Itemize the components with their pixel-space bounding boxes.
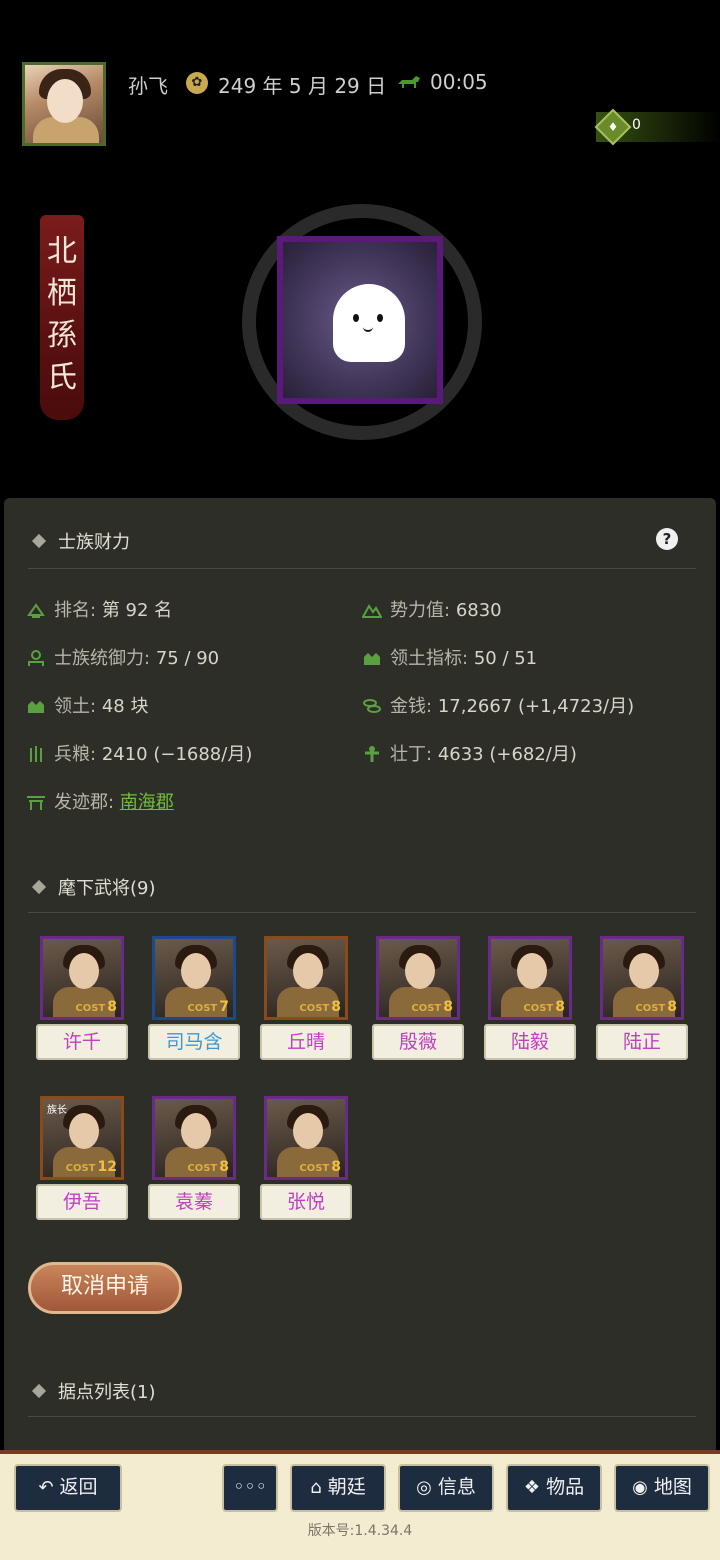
stat-manpower: 壮丁: 4633 (+682/月) [362, 740, 577, 766]
general-name: 丘晴 [260, 1024, 352, 1060]
general-card[interactable]: COST 8 丘晴 [260, 936, 352, 1060]
general-name: 袁蓁 [148, 1184, 240, 1220]
general-portrait[interactable]: COST 8 [488, 936, 572, 1020]
chat-icon: ◎ [416, 1477, 432, 1498]
court-icon: ⌂ [310, 1477, 322, 1498]
origin-commandery-link[interactable]: 南海郡 [120, 792, 174, 813]
general-cost: COST 7 [187, 999, 229, 1015]
general-cost: COST 8 [411, 999, 453, 1015]
mountain-icon [362, 604, 382, 618]
general-card[interactable]: COST 8 张悦 [260, 1096, 352, 1220]
ghost-icon [333, 284, 405, 362]
general-cost: COST 8 [75, 999, 117, 1015]
more-button[interactable]: ◦◦◦ [222, 1464, 278, 1512]
rank-icon [27, 603, 45, 618]
general-card[interactable]: 族长 COST 12 伊吾 [36, 1096, 128, 1220]
clan-char: 孫 [47, 318, 77, 353]
items-button[interactable]: ❖ 物品 [506, 1464, 602, 1512]
territory-icon [364, 653, 380, 665]
general-card[interactable]: COST 8 袁蓁 [148, 1096, 240, 1220]
general-card[interactable]: COST 8 陆正 [596, 936, 688, 1060]
general-portrait[interactable]: 族长 COST 12 [40, 1096, 124, 1180]
items-icon: ❖ [523, 1477, 541, 1498]
general-card[interactable]: COST 7 司马含 [148, 936, 240, 1060]
general-cost: COST 8 [523, 999, 565, 1015]
general-name: 许千 [36, 1024, 128, 1060]
top-header: 孙飞 ✿ 249 年 5 月 29 日 00:05 ♦ 0 北 栖 孫 氏 [0, 0, 720, 500]
general-name: 陆正 [596, 1024, 688, 1060]
clan-char: 氏 [47, 360, 77, 395]
bottom-nav-bar: ↶ 返回 ◦◦◦ ⌂ 朝廷 ◎ 信息 ❖ 物品 ◉ 地图 版本号:1.4.34.4 [0, 1450, 720, 1560]
clan-char: 北 [47, 234, 77, 269]
diamond-bullet-icon [31, 533, 47, 549]
coins-icon [363, 699, 381, 713]
leader-icon [28, 650, 44, 666]
general-portrait[interactable]: COST 7 [152, 936, 236, 1020]
map-button[interactable]: ◉ 地图 [614, 1464, 710, 1512]
land-icon [28, 701, 44, 713]
horse-icon [398, 76, 420, 88]
diamond-bullet-icon [31, 879, 47, 895]
stat-land: 领土: 48 块 [26, 692, 148, 718]
general-card[interactable]: COST 8 殷薇 [372, 936, 464, 1060]
stat-power: 势力值: 6830 [362, 596, 502, 622]
clan-chief-badge: 族长 [47, 1105, 67, 1116]
general-name: 殷薇 [372, 1024, 464, 1060]
resource-bag[interactable]: ♦ 0 [594, 108, 720, 146]
section-title-generals: 麾下武将(9) [31, 874, 156, 900]
general-card[interactable]: COST 8 陆毅 [484, 936, 576, 1060]
stat-territory-index: 领土指标: 50 / 51 [362, 644, 537, 670]
cancel-application-button[interactable]: 取消申请 [28, 1262, 182, 1314]
stat-grain: 兵粮: 2410 (−1688/月) [26, 740, 252, 766]
manpower-icon [365, 746, 379, 762]
section-title-wealth: 士族财力 [31, 528, 130, 554]
clan-name-banner: 北 栖 孫 氏 [40, 215, 84, 420]
game-date: 249 年 5 月 29 日 [218, 74, 387, 98]
general-portrait[interactable]: COST 8 [600, 936, 684, 1020]
divider [28, 912, 696, 913]
general-cost: COST 8 [187, 1159, 229, 1175]
clan-emblem[interactable] [277, 236, 443, 404]
stat-leadership: 士族统御力: 75 / 90 [26, 644, 219, 670]
court-button[interactable]: ⌂ 朝廷 [290, 1464, 386, 1512]
general-cost: COST 12 [65, 1159, 117, 1175]
info-button[interactable]: ◎ 信息 [398, 1464, 494, 1512]
version-label: 版本号:1.4.34.4 [307, 1523, 413, 1539]
general-name: 伊吾 [36, 1184, 128, 1220]
general-name: 陆毅 [484, 1024, 576, 1060]
stat-rank: 排名: 第 92 名 [26, 596, 172, 622]
stat-money: 金钱: 17,2667 (+1,4723/月) [362, 692, 634, 718]
general-name: 司马含 [148, 1024, 240, 1060]
player-name: 孙飞 [128, 74, 168, 98]
general-portrait[interactable]: COST 8 [152, 1096, 236, 1180]
general-portrait[interactable]: COST 8 [264, 1096, 348, 1180]
general-portrait[interactable]: COST 8 [376, 936, 460, 1020]
divider [28, 568, 696, 569]
general-cost: COST 8 [299, 999, 341, 1015]
gate-icon [27, 796, 45, 810]
diamond-bullet-icon [31, 1383, 47, 1399]
money-bag-icon: ♦ [594, 108, 632, 146]
stat-origin-commandery: 发迹郡: 南海郡 [26, 788, 174, 814]
game-time: 00:05 [430, 70, 488, 94]
back-arrow-icon: ↶ [38, 1477, 54, 1498]
help-icon[interactable]: ? [656, 528, 678, 550]
general-portrait[interactable]: COST 8 [264, 936, 348, 1020]
section-title-strongholds: 据点列表(1) [31, 1378, 156, 1404]
general-card[interactable]: COST 8 许千 [36, 936, 128, 1060]
divider [28, 1416, 696, 1417]
general-cost: COST 8 [635, 999, 677, 1015]
general-portrait[interactable]: COST 8 [40, 936, 124, 1020]
calendar-icon: ✿ [186, 72, 208, 94]
globe-icon: ◉ [632, 1477, 648, 1498]
bag-count: 0 [632, 117, 641, 133]
player-avatar[interactable] [22, 62, 106, 146]
general-cost: COST 8 [299, 1159, 341, 1175]
back-button[interactable]: ↶ 返回 [14, 1464, 122, 1512]
clan-info-panel: 士族财力 ? 排名: 第 92 名 势力值: 6830 士族统御力: 75 / … [4, 498, 716, 1450]
grain-icon [30, 746, 42, 762]
clan-char: 栖 [47, 276, 77, 311]
general-name: 张悦 [260, 1184, 352, 1220]
